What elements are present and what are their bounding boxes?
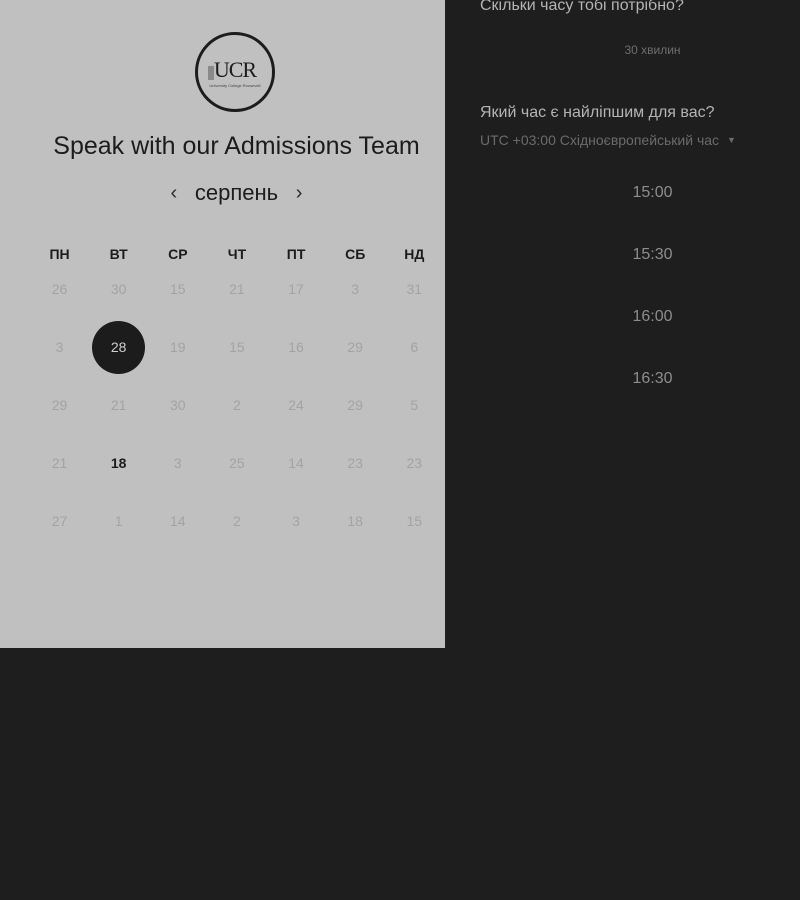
calendar-day[interactable]: 3 bbox=[30, 318, 89, 376]
day-number: 2 bbox=[233, 513, 241, 529]
day-number: 30 bbox=[110, 281, 127, 297]
day-number: 29 bbox=[347, 339, 363, 355]
day-number: 21 bbox=[110, 397, 127, 413]
month-navigation: ‹ серпень › bbox=[0, 180, 473, 206]
day-number: 31 bbox=[406, 281, 423, 297]
calendar-day[interactable]: 29 bbox=[326, 318, 385, 376]
day-number: 3 bbox=[173, 455, 182, 471]
calendar-day[interactable]: 3 bbox=[267, 492, 326, 550]
chevron-down-icon: ▼ bbox=[727, 135, 736, 145]
day-number: 6 bbox=[410, 339, 419, 355]
calendar-day[interactable]: 29 bbox=[326, 376, 385, 434]
time-slot[interactable]: 15:00 bbox=[445, 184, 800, 202]
logo-subtitle: University College Roosevelt bbox=[209, 82, 261, 88]
calendar-day[interactable]: 31 bbox=[385, 260, 444, 318]
booking-panel: Скільки часу тобі потрібно? 30 хвилин Як… bbox=[445, 0, 800, 900]
calendar-day[interactable]: 26 bbox=[30, 260, 89, 318]
calendar-day[interactable]: 27 bbox=[30, 492, 89, 550]
day-number: 18 bbox=[110, 455, 127, 471]
calendar-day[interactable]: 21 bbox=[207, 260, 266, 318]
prev-month-button[interactable]: ‹ bbox=[159, 183, 189, 203]
calendar-day[interactable]: 3 bbox=[148, 434, 207, 492]
day-number: 14 bbox=[288, 455, 304, 471]
calendar-day[interactable]: 6 bbox=[385, 318, 444, 376]
calendar-day[interactable]: 23 bbox=[326, 434, 385, 492]
day-number: 2 bbox=[233, 397, 241, 413]
calendar-day[interactable]: 2 bbox=[207, 376, 266, 434]
calendar-day[interactable]: 30 bbox=[89, 260, 148, 318]
day-number: 29 bbox=[347, 397, 363, 413]
calendar-day[interactable]: 2 bbox=[207, 492, 266, 550]
calendar-day[interactable]: 21 bbox=[30, 434, 89, 492]
day-number: 29 bbox=[51, 397, 68, 413]
time-slot[interactable]: 16:00 bbox=[445, 308, 800, 326]
calendar-day[interactable]: 5 bbox=[385, 376, 444, 434]
logo-text: UCR bbox=[213, 56, 257, 82]
duration-option[interactable]: 30 хвилин bbox=[445, 43, 800, 57]
day-number: 24 bbox=[288, 397, 304, 413]
calendar-day[interactable]: 3 bbox=[326, 260, 385, 318]
calendar-day[interactable]: 18 bbox=[89, 434, 148, 492]
day-number: 21 bbox=[229, 281, 245, 297]
day-number: 1 bbox=[114, 513, 123, 529]
time-slot[interactable]: 15:30 bbox=[445, 246, 800, 264]
day-number: 21 bbox=[51, 455, 68, 471]
calendar-grid: 26 30 15 21 17 3 31 3 28 19 15 16 29 6 29 21 30 2 24 29 5 21 1… bbox=[30, 260, 444, 550]
calendar-week: 26 30 15 21 17 3 31 bbox=[30, 260, 444, 318]
day-number: 3 bbox=[292, 513, 300, 529]
time-slot[interactable]: 16:30 bbox=[445, 370, 800, 388]
calendar-day[interactable]: 15 bbox=[207, 318, 266, 376]
calendar-day[interactable]: 29 bbox=[30, 376, 89, 434]
calendar-day[interactable]: 16 bbox=[267, 318, 326, 376]
calendar-day[interactable]: 30 bbox=[148, 376, 207, 434]
day-number: 14 bbox=[170, 513, 186, 529]
page-title: Speak with our Admissions Team bbox=[53, 132, 420, 160]
day-number: 30 bbox=[170, 397, 186, 413]
day-number: 15 bbox=[229, 339, 245, 355]
calendar-day[interactable]: 25 bbox=[207, 434, 266, 492]
calendar-week: 29 21 30 2 24 29 5 bbox=[30, 376, 444, 434]
day-number: 15 bbox=[170, 281, 186, 297]
day-number: 23 bbox=[406, 455, 423, 471]
calendar-day[interactable]: 17 bbox=[267, 260, 326, 318]
day-number: 26 bbox=[51, 281, 68, 297]
day-number: 27 bbox=[51, 513, 68, 529]
ucr-logo: UCR University College Roosevelt bbox=[195, 32, 275, 112]
month-label: серпень bbox=[194, 180, 279, 205]
calendar-day-selected[interactable]: 28 bbox=[89, 318, 148, 376]
day-number: 28 bbox=[92, 320, 146, 374]
building-icon bbox=[208, 66, 214, 80]
calendar-panel: UCR University College Roosevelt Speak w… bbox=[0, 0, 445, 648]
calendar-week: 21 18 3 25 14 23 23 bbox=[30, 434, 444, 492]
calendar-day[interactable]: 15 bbox=[385, 492, 444, 550]
calendar-week: 3 28 19 15 16 29 6 bbox=[30, 318, 444, 376]
calendar-day[interactable]: 15 bbox=[148, 260, 207, 318]
calendar-day[interactable]: 14 bbox=[267, 434, 326, 492]
calendar-day[interactable]: 21 bbox=[89, 376, 148, 434]
calendar-day[interactable]: 1 bbox=[89, 492, 148, 550]
day-number: 3 bbox=[351, 281, 360, 297]
day-number: 18 bbox=[347, 513, 363, 529]
timezone-value: UTC +03:00 Східноєвропейський час bbox=[480, 132, 720, 148]
calendar-day[interactable]: 24 bbox=[267, 376, 326, 434]
day-number: 19 bbox=[170, 339, 186, 355]
day-number: 16 bbox=[288, 339, 304, 355]
calendar-day[interactable]: 23 bbox=[385, 434, 444, 492]
calendar-day[interactable]: 19 bbox=[148, 318, 207, 376]
duration-question: Скільки часу тобі потрібно? bbox=[480, 0, 684, 14]
next-month-button[interactable]: › bbox=[284, 183, 314, 203]
day-number: 15 bbox=[406, 513, 423, 529]
day-number: 25 bbox=[229, 455, 245, 471]
day-number: 17 bbox=[288, 281, 304, 297]
calendar-day[interactable]: 18 bbox=[326, 492, 385, 550]
day-number: 23 bbox=[347, 455, 363, 471]
time-question: Який час є найліпшим для вас? bbox=[480, 104, 715, 121]
day-number: 5 bbox=[410, 397, 419, 413]
day-number: 3 bbox=[55, 339, 64, 355]
timezone-select[interactable]: UTC +03:00 Східноєвропейський час ▼ bbox=[480, 132, 736, 148]
calendar-week: 27 1 14 2 3 18 15 bbox=[30, 492, 444, 550]
calendar-day[interactable]: 14 bbox=[148, 492, 207, 550]
